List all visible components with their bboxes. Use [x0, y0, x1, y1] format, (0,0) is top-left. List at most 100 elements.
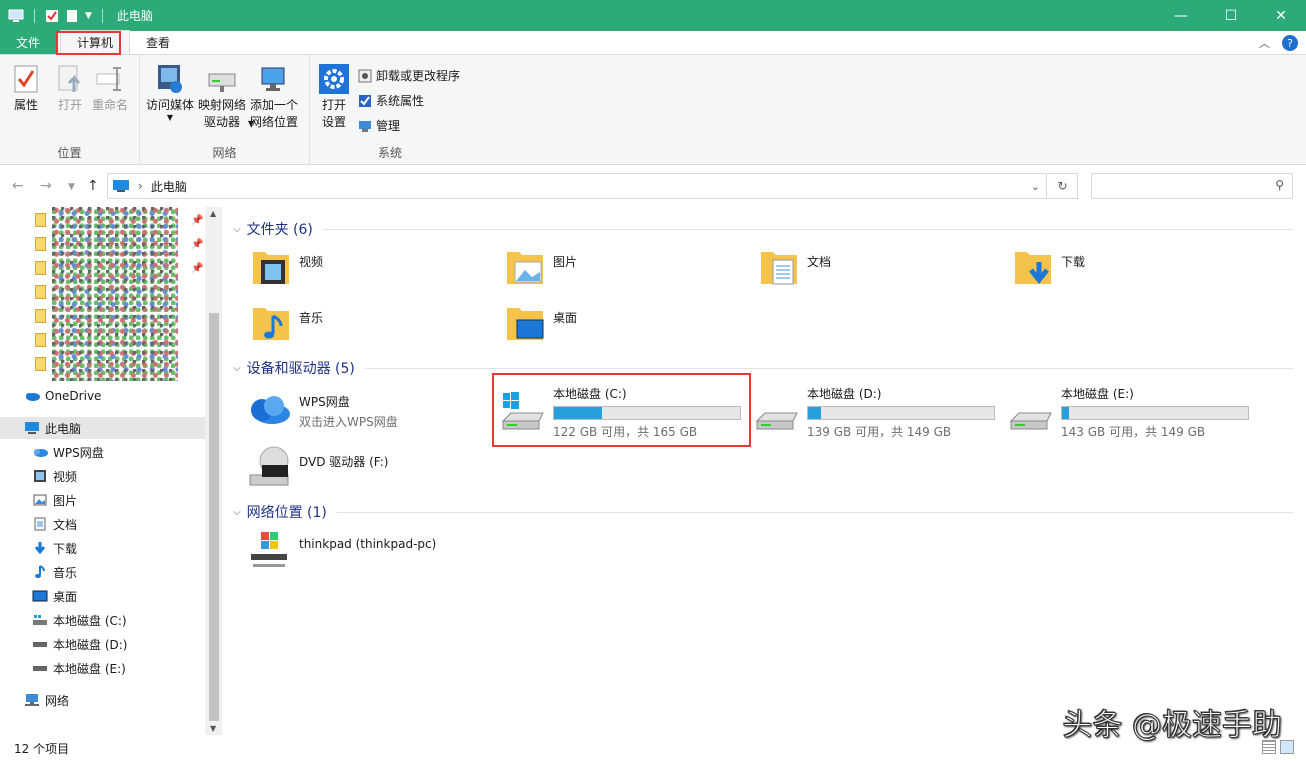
music-icon [32, 564, 48, 580]
breadcrumb-separator-icon: › [138, 179, 143, 193]
folder-music[interactable]: 音乐 [249, 301, 323, 345]
nav-scrollbar[interactable]: ▲ ▼ [205, 207, 222, 735]
nav-item-drive-c[interactable]: 本地磁盘 (C:) [0, 609, 205, 631]
breadcrumb-this-pc[interactable]: 此电脑 [151, 178, 187, 195]
cloud-icon [24, 388, 40, 404]
nav-item-pictures[interactable]: 图片 [0, 489, 205, 511]
quick-access-folder-icon [35, 285, 46, 299]
uninstall-programs-button[interactable]: 卸载或更改程序 [358, 67, 460, 84]
download-folder-icon [1013, 246, 1053, 288]
drive-icon [32, 636, 48, 652]
media-icon [154, 63, 186, 95]
folder-documents[interactable]: 文档 [757, 245, 831, 289]
nav-scroll-thumb[interactable] [209, 313, 219, 721]
properties-quick-icon[interactable] [45, 9, 59, 23]
open-settings-button[interactable]: 打开 设置 [318, 63, 350, 131]
pin-icon[interactable]: 📌 [191, 215, 203, 226]
group-system: 打开 设置 卸载或更改程序 系统属性 管理 系统 [310, 55, 470, 165]
nav-item-documents[interactable]: 文档 [0, 513, 205, 535]
folder-videos[interactable]: 视频 [249, 245, 323, 289]
manage-icon [358, 119, 372, 133]
tab-computer[interactable]: 计算机 [60, 30, 130, 54]
section-folders-header[interactable]: ⌵ 文件夹 (6) [233, 219, 1293, 239]
wps-cloud-icon [32, 444, 48, 460]
drive-e[interactable]: 本地磁盘 (E:) 143 GB 可用，共 149 GB [1007, 383, 1249, 440]
help-icon[interactable]: ? [1282, 35, 1298, 51]
system-properties-button[interactable]: 系统属性 [358, 92, 424, 109]
drive-icon [1007, 387, 1055, 435]
obscured-quick-access-names [52, 207, 178, 381]
drive-d-usage-bar [807, 406, 995, 420]
chevron-down-icon: ⌵ [233, 507, 241, 518]
drive-d-usage-fill [808, 407, 821, 419]
access-media-button[interactable]: 访问媒体 ▼ [146, 63, 194, 122]
add-network-location-button[interactable]: 添加一个 网络位置 [250, 63, 298, 131]
recent-dropdown-icon[interactable]: ▼ [68, 182, 75, 192]
rename-button[interactable]: 重命名 [92, 63, 128, 114]
nav-item-this-pc[interactable]: 此电脑 [0, 417, 205, 439]
properties-icon [13, 64, 39, 94]
nav-item-videos[interactable]: 视频 [0, 465, 205, 487]
nav-item-onedrive[interactable]: OneDrive [0, 385, 205, 407]
open-icon [56, 64, 84, 94]
back-arrow-icon[interactable]: ← [12, 178, 24, 194]
folder-downloads[interactable]: 下载 [1011, 245, 1085, 289]
quick-access-dropdown-icon[interactable]: ▼ [85, 11, 92, 21]
drive-c[interactable]: 本地磁盘 (C:) 122 GB 可用，共 165 GB [499, 383, 741, 440]
watermark: 头条 @极速手助 [1062, 700, 1282, 744]
section-devices-header[interactable]: ⌵ 设备和驱动器 (5) [233, 358, 1293, 378]
content-pane: ⌵ 文件夹 (6) 视频 图片 文档 下载 音乐 桌面 ⌵ 设备和驱动器 (5)… [223, 207, 1306, 735]
desktop-icon [32, 588, 48, 604]
desktop-folder-icon [505, 302, 545, 344]
tab-file[interactable]: 文件 [0, 30, 56, 54]
address-bar[interactable]: › 此电脑 ⌄ [107, 173, 1047, 199]
drive-d[interactable]: 本地磁盘 (D:) 139 GB 可用，共 149 GB [753, 383, 995, 440]
pin-icon[interactable]: 📌 [191, 239, 203, 250]
large-icons-view-icon[interactable] [1280, 740, 1294, 754]
quick-access-folder-icon [35, 213, 46, 227]
forward-arrow-icon[interactable]: → [40, 178, 52, 194]
nav-item-wps-cloud[interactable]: WPS网盘 [0, 441, 205, 463]
drive-c-usage-bar [553, 406, 741, 420]
folder-desktop[interactable]: 桌面 [503, 301, 577, 345]
close-icon: ✕ [1275, 8, 1287, 24]
nav-item-desktop[interactable]: 桌面 [0, 585, 205, 607]
tab-view[interactable]: 查看 [130, 30, 186, 54]
refresh-button[interactable]: ↻ [1048, 173, 1078, 199]
window-title: 此电脑 [117, 7, 153, 24]
scroll-up-icon[interactable]: ▲ [210, 209, 216, 218]
pin-icon[interactable]: 📌 [191, 263, 203, 274]
collapse-ribbon-icon[interactable]: ︿ [1259, 35, 1270, 51]
address-dropdown-icon[interactable]: ⌄ [1031, 180, 1040, 193]
video-folder-icon [251, 246, 291, 288]
network-icon [24, 692, 40, 708]
device-wps-cloud[interactable]: WPS网盘 双击进入WPS网盘 [245, 387, 398, 431]
picture-icon [32, 492, 48, 508]
nav-item-music[interactable]: 音乐 [0, 561, 205, 583]
maximize-button[interactable]: ☐ [1206, 0, 1256, 31]
network-thinkpad[interactable]: thinkpad (thinkpad-pc) [245, 529, 436, 573]
minimize-icon: — [1174, 8, 1188, 24]
new-folder-quick-icon[interactable] [65, 9, 79, 23]
properties-button[interactable]: 属性 [10, 63, 42, 114]
nav-item-downloads[interactable]: 下载 [0, 537, 205, 559]
nav-item-drive-d[interactable]: 本地磁盘 (D:) [0, 633, 205, 655]
quick-access-folder-icon [35, 357, 46, 371]
map-network-drive-button[interactable]: 映射网络 驱动器 ▼ [198, 63, 246, 131]
open-button[interactable]: 打开 [54, 63, 86, 114]
close-button[interactable]: ✕ [1256, 0, 1306, 31]
quick-access-folder-icon [35, 309, 46, 323]
section-network-header[interactable]: ⌵ 网络位置 (1) [233, 502, 1293, 522]
nav-item-drive-e[interactable]: 本地磁盘 (E:) [0, 657, 205, 679]
scroll-down-icon[interactable]: ▼ [210, 724, 216, 733]
rename-icon [95, 64, 125, 94]
minimize-button[interactable]: — [1156, 0, 1206, 31]
navigation-pane: 📌 📌 📌 OneDrive 此电脑 WPS网盘 视频 图片 文档 下载 音乐 … [0, 207, 222, 735]
folder-pictures[interactable]: 图片 [503, 245, 577, 289]
search-input[interactable]: ⚲ [1091, 173, 1293, 199]
up-arrow-icon[interactable]: ↑ [87, 178, 99, 194]
map-drive-icon [206, 64, 238, 94]
manage-button[interactable]: 管理 [358, 117, 400, 134]
device-dvd[interactable]: DVD 驱动器 (F:) [245, 445, 389, 489]
nav-item-network[interactable]: 网络 [0, 689, 205, 711]
